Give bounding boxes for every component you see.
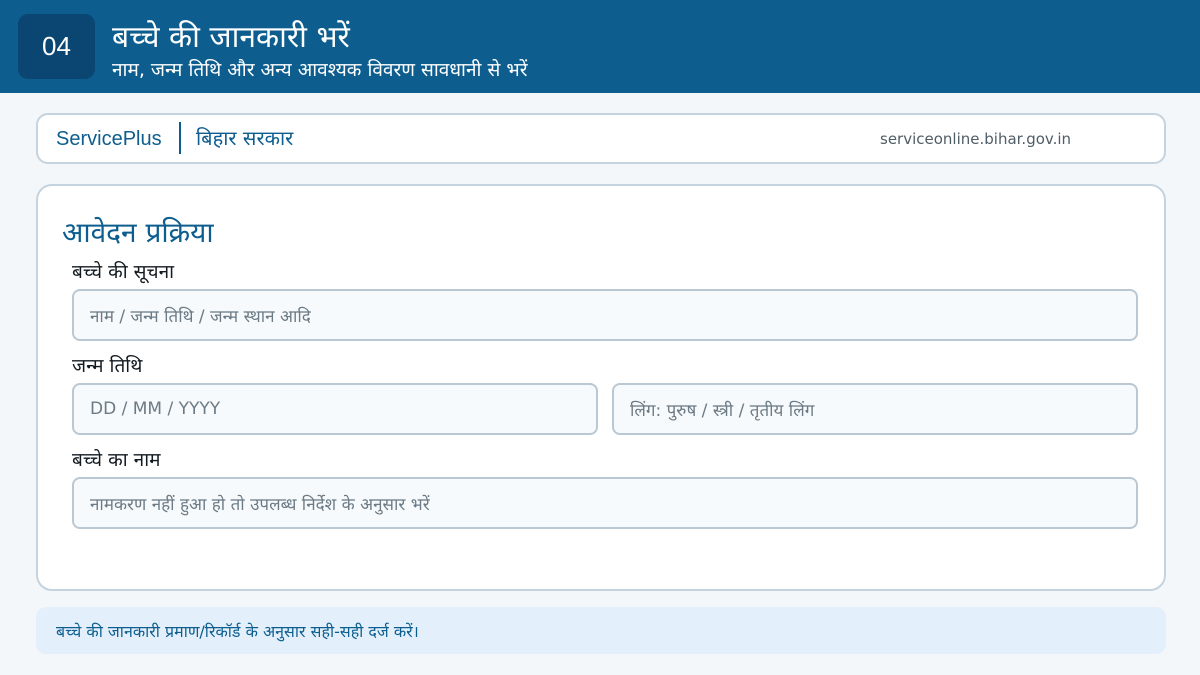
form-title: आवेदन प्रक्रिया (62, 216, 214, 249)
child-info-label: बच्चे की सूचना (72, 261, 175, 283)
child-name-input[interactable]: नामकरण नहीं हुआ हो तो उपलब्ध निर्देश के … (72, 477, 1138, 529)
gender-input[interactable]: लिंग: पुरुष / स्त्री / तृतीय लिंग (612, 383, 1138, 435)
dob-label: जन्म तिथि (72, 355, 143, 377)
page-subtitle: नाम, जन्म तिथि और अन्य आवश्यक विवरण सावध… (112, 59, 528, 81)
info-note: बच्चे की जानकारी प्रमाण/रिकॉर्ड के अनुसा… (36, 607, 1166, 654)
brand-url[interactable]: serviceonline.bihar.gov.in (880, 129, 1071, 149)
brand-name: ServicePlus (56, 128, 162, 150)
page-title: बच्चे की जानकारी भरें (112, 20, 350, 55)
header-banner: 04 बच्चे की जानकारी भरें नाम, जन्म तिथि … (0, 0, 1200, 93)
brand-divider (179, 122, 181, 154)
child-name-label: बच्चे का नाम (72, 449, 161, 471)
application-form-card: आवेदन प्रक्रिया बच्चे की सूचना नाम / जन्… (36, 184, 1166, 591)
dob-input[interactable]: DD / MM / YYYY (72, 383, 598, 435)
brand-bar: ServicePlus बिहार सरकार serviceonline.bi… (36, 113, 1166, 164)
brand-org: बिहार सरकार (196, 126, 294, 150)
step-number-badge: 04 (18, 14, 95, 79)
child-info-input[interactable]: नाम / जन्म तिथि / जन्म स्थान आदि (72, 289, 1138, 341)
